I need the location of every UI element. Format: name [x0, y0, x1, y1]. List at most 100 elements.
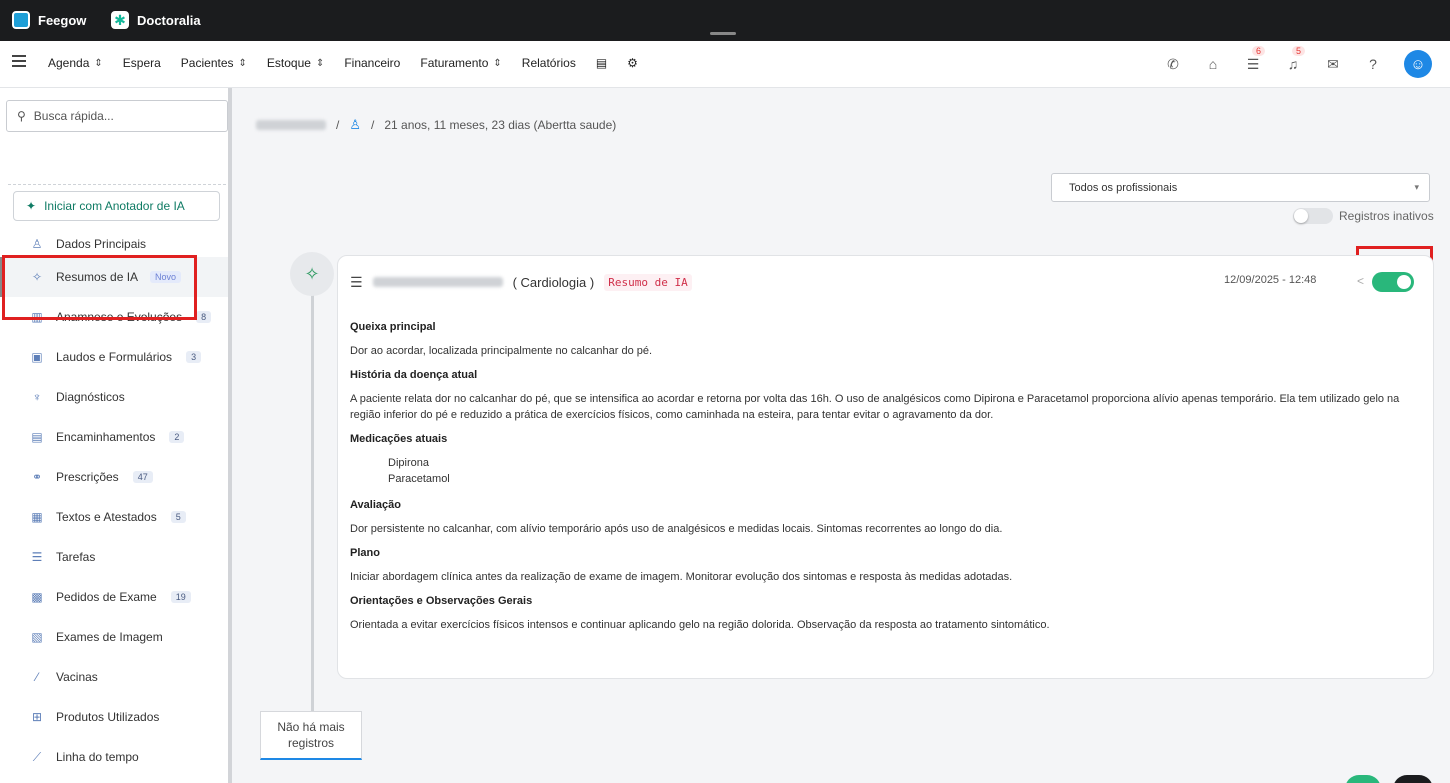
- app-tab-feegow[interactable]: Feegow: [12, 8, 86, 32]
- count-badge: 19: [170, 591, 191, 603]
- patient-age-info: 21 anos, 11 meses, 23 dias (Abertta saud…: [384, 118, 617, 132]
- task-list-icon[interactable]: ☰ 6: [1244, 46, 1266, 73]
- nav-item-label: Espera: [122, 56, 161, 70]
- bell-icon[interactable]: ♫ 5: [1284, 46, 1306, 73]
- sidebar-item-label: Prescrições: [56, 470, 119, 484]
- quick-search-input[interactable]: ⚲ Busca rápida...: [6, 100, 228, 132]
- sidebar-item-label: Textos e Atestados: [56, 510, 157, 524]
- nav-item-label: Agenda: [48, 56, 90, 70]
- phone-icon[interactable]: ✆: [1164, 55, 1182, 73]
- breadcrumb-separator: /: [336, 118, 340, 132]
- user-icon[interactable]: ♙: [349, 117, 361, 133]
- document-icon: ▤: [31, 430, 43, 444]
- sidebar-item-vacinas[interactable]: ⁄ Vacinas: [0, 657, 228, 697]
- app-tab-label: Feegow: [38, 12, 87, 28]
- record-datetime: 12/09/2025 - 12:48: [1224, 274, 1317, 286]
- list-item: Dipirona: [388, 457, 429, 469]
- sidebar-item-label: Vacinas: [56, 670, 98, 684]
- nav-item-faturamento[interactable]: Faturamento ⇕: [420, 56, 501, 70]
- sidebar-item-label: Pedidos de Exame: [56, 590, 157, 604]
- nav-item-label: Estoque: [266, 56, 311, 70]
- app-tab-label: Doctoralia: [137, 12, 201, 28]
- nav-item-relatorios[interactable]: Relatórios: [522, 56, 576, 70]
- section-text: A paciente relata dor no calcanhar do pé…: [350, 393, 1400, 421]
- section-text: Orientada a evitar exercícios físicos in…: [350, 619, 1050, 631]
- sidebar-item-laudos[interactable]: ▣ Laudos e Formulários 3: [0, 337, 228, 377]
- menu-lines-icon[interactable]: ☰: [350, 274, 363, 291]
- sidebar-item-pedidos-exame[interactable]: ▩ Pedidos de Exame 19: [0, 577, 228, 617]
- patient-name-redacted: [256, 120, 326, 130]
- image-icon: ▧: [31, 630, 43, 644]
- sidebar-item-exames-imagem[interactable]: ▧ Exames de Imagem: [0, 617, 228, 657]
- sidebar-item-label: Dados Principais: [56, 237, 147, 251]
- nav-item-agenda[interactable]: Agenda ⇕: [48, 56, 103, 70]
- breadcrumb: / ♙ / 21 anos, 11 meses, 23 dias (Abertt…: [256, 117, 616, 133]
- list-icon: ☰: [31, 550, 43, 564]
- no-more-records-label: Não há mais registros: [260, 711, 362, 760]
- sidebar-item-diagnosticos[interactable]: ♆ Diagnósticos: [0, 377, 228, 417]
- section-title: Plano: [350, 547, 380, 559]
- nav-item-financeiro[interactable]: Financeiro: [344, 56, 400, 70]
- inbox-icon[interactable]: ⌂: [1204, 55, 1222, 73]
- chevron-down-icon: ▾: [1414, 182, 1419, 192]
- count-badge: 47: [132, 471, 153, 483]
- breadcrumb-separator: /: [371, 118, 375, 132]
- help-icon[interactable]: ?: [1364, 55, 1382, 73]
- timeline-icon: ⟋: [32, 749, 42, 764]
- nav-item-espera[interactable]: Espera: [123, 56, 161, 70]
- share-icon[interactable]: <: [1357, 274, 1364, 288]
- record-active-toggle[interactable]: [1372, 272, 1414, 292]
- timeline-line: [311, 285, 314, 715]
- ai-sparkle-icon: ✧: [290, 252, 334, 296]
- floating-action-button[interactable]: [1345, 775, 1381, 783]
- sidebar-item-produtos[interactable]: ⊞ Produtos Utilizados: [0, 697, 228, 737]
- sidebar-item-label: Exames de Imagem: [56, 630, 163, 644]
- sidebar-item-textos[interactable]: ▦ Textos e Atestados 5: [0, 497, 228, 537]
- professional-name-redacted: [372, 277, 503, 287]
- sidebar: ⚲ Busca rápida... ✦ Iniciar com Anotador…: [0, 88, 232, 783]
- divider: [8, 184, 226, 185]
- section-title: Avaliação: [350, 499, 401, 511]
- nav-item-estoque[interactable]: Estoque ⇕: [267, 56, 324, 70]
- floating-action-button[interactable]: [1393, 775, 1433, 783]
- database-icon[interactable]: ▤: [596, 56, 607, 70]
- sidebar-item-label: Tarefas: [56, 550, 96, 564]
- ai-summary-card: ☰ ( Cardiologia ) Resumo de IA 12/09/202…: [337, 255, 1434, 679]
- section-title: Queixa principal: [350, 321, 436, 333]
- drag-handle[interactable]: [710, 32, 736, 35]
- nav-item-label: Financeiro: [344, 56, 401, 70]
- professional-select-value: Todos os profissionais: [1069, 181, 1178, 194]
- sidebar-item-linha-tempo[interactable]: ⟋ Linha do tempo: [0, 737, 228, 777]
- sidebar-item-dados-principais[interactable]: ♙ Dados Principais: [0, 231, 228, 257]
- updown-chevron-icon: ⇕: [94, 57, 103, 69]
- lab-icon: ▩: [31, 590, 43, 604]
- professional-select[interactable]: Todos os profissionais ▾: [1051, 173, 1430, 202]
- list-item: Paracetamol: [388, 473, 450, 485]
- clipboard-icon: ▣: [31, 350, 43, 364]
- hamburger-menu-icon[interactable]: [12, 55, 26, 67]
- user-avatar[interactable]: ☺: [1404, 50, 1432, 78]
- highlight-box-sidebar: [2, 255, 197, 320]
- app-tab-doctoralia[interactable]: ✱ Doctoralia: [111, 8, 201, 32]
- inactive-records-toggle[interactable]: Registros inativos: [1293, 208, 1434, 224]
- sparkle-icon: ✦: [26, 199, 37, 213]
- sidebar-item-prescricoes[interactable]: ⚭ Prescrições 47: [0, 457, 228, 497]
- ai-annotator-button[interactable]: ✦ Iniciar com Anotador de IA: [13, 191, 220, 221]
- chat-icon[interactable]: ✉: [1324, 55, 1342, 73]
- user-icon: ♙: [31, 237, 43, 251]
- search-placeholder: Busca rápida...: [33, 109, 114, 123]
- section-title: História da doença atual: [350, 369, 478, 381]
- sidebar-item-encaminhamentos[interactable]: ▤ Encaminhamentos 2: [0, 417, 228, 457]
- nav-item-label: Relatórios: [521, 56, 576, 70]
- app-switcher-bar: Feegow ✱ Doctoralia: [0, 0, 1450, 41]
- nav-item-pacientes[interactable]: Pacientes ⇕: [181, 56, 247, 70]
- section-title: Medicações atuais: [350, 433, 448, 445]
- medication-list: Dipirona Paracetamol: [350, 455, 1421, 487]
- box-icon: ⊞: [31, 710, 43, 724]
- toggle-switch[interactable]: [1293, 208, 1333, 224]
- gear-icon[interactable]: ⚙: [627, 56, 638, 70]
- notifications-badge: 5: [1292, 46, 1306, 56]
- nav-item-label: Pacientes: [180, 56, 234, 70]
- file-text-icon: ▦: [31, 510, 43, 524]
- sidebar-item-tarefas[interactable]: ☰ Tarefas: [0, 537, 228, 577]
